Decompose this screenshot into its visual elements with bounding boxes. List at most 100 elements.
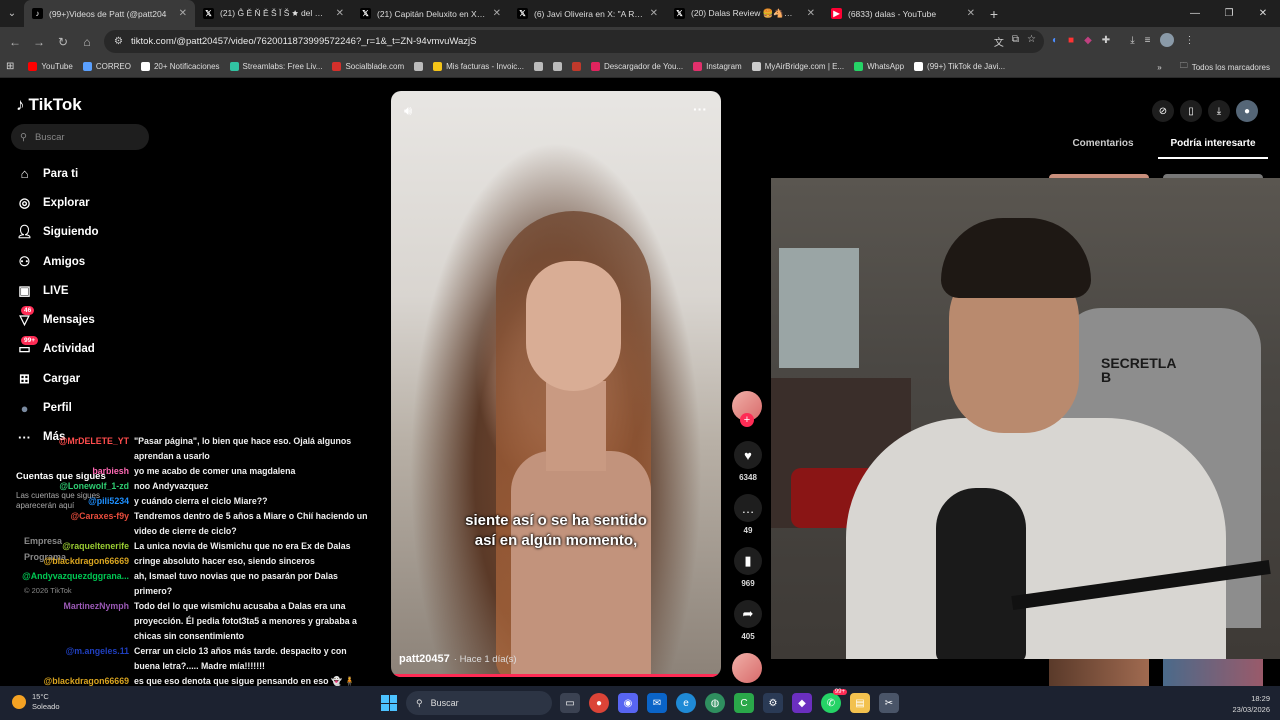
comment-button[interactable]: … 49	[732, 494, 764, 535]
video-progress-bar[interactable]	[391, 674, 721, 677]
bookmark-item[interactable]	[533, 62, 543, 71]
author-avatar[interactable]: +	[732, 391, 762, 427]
windows-start-icon[interactable]	[381, 695, 397, 711]
home-icon[interactable]: ⌂	[75, 27, 99, 56]
extension-icon[interactable]: ◐	[1052, 35, 1058, 46]
edge-icon[interactable]: e	[676, 693, 696, 713]
extension-icon[interactable]: ◆	[1084, 35, 1092, 46]
browser-tab[interactable]: ♪ (99+)Videos de Patt (@patt204 ✕	[24, 0, 195, 27]
user-avatar[interactable]: ●	[1236, 100, 1258, 122]
more-bookmarks-icon[interactable]: »	[1157, 63, 1161, 72]
follow-plus-icon[interactable]: +	[740, 413, 754, 427]
nav-item-actividad[interactable]: ▭ 99+ Actividad	[16, 335, 99, 364]
bookmark-item[interactable]: WhatsApp	[854, 62, 904, 71]
file-explorer-icon[interactable]: ▤	[850, 693, 870, 713]
bookmark-item[interactable]: 20+ Notificaciones	[140, 62, 220, 71]
all-bookmarks[interactable]: 🗀 Todos los marcadores	[1180, 60, 1270, 74]
more-options-icon[interactable]: ···	[693, 101, 707, 117]
chrome-icon[interactable]: ●	[589, 693, 609, 713]
close-window-icon[interactable]: ✕	[1246, 0, 1280, 27]
bookmark-item[interactable]: Streamlabs: Free Liv...	[229, 62, 322, 71]
bookmark-item[interactable]: CORREO	[82, 62, 131, 71]
close-tab-icon[interactable]: ✕	[650, 8, 658, 19]
outlook-icon[interactable]: ✉	[647, 693, 667, 713]
media-control-icon[interactable]: ≡	[1145, 35, 1151, 46]
browser-tab[interactable]: 𝕏 (6) Javi Oliveira en X: "A RickyE ✕	[509, 0, 666, 27]
video-player[interactable]: 🔊︎ ··· siente así o se ha sentido así en…	[391, 91, 721, 677]
profile-avatar[interactable]	[1160, 33, 1175, 47]
browser-tab[interactable]: 𝕏 (21) Ĝ Ě Ň Ě Š Ĭ Š 🟊 del ✕ Č Ŭ ✕	[195, 0, 352, 27]
restore-icon[interactable]: ❐	[1212, 0, 1246, 27]
close-tab-icon[interactable]: ✕	[967, 8, 975, 19]
close-tab-icon[interactable]: ✕	[179, 8, 187, 19]
extensions-puzzle-icon[interactable]: ✚	[1102, 35, 1110, 46]
download-icon[interactable]: ⤓	[1130, 35, 1134, 46]
bookmark-item[interactable]: (99+) TikTok de Javi...	[914, 62, 1005, 71]
download-app-icon[interactable]: ⤓	[1208, 100, 1230, 122]
nav-item-live[interactable]: ▣ LIVE	[16, 276, 99, 305]
nav-item-mensajes[interactable]: ▽ 46 Mensajes	[16, 305, 99, 334]
open-in-app-icon[interactable]: ⧉	[1012, 34, 1019, 49]
recommended-thumbnail[interactable]	[1049, 659, 1149, 686]
nav-item-amigos[interactable]: ⚇ Amigos	[16, 247, 99, 276]
bookmark-item[interactable]: Descargador de You...	[590, 62, 683, 71]
extension-icon[interactable]: ■	[1068, 35, 1074, 46]
apps-grid-icon[interactable]: ⊞	[6, 61, 14, 72]
bookmark-item[interactable]: Socialblade.com	[332, 62, 404, 71]
address-bar[interactable]: ⚙ tiktok.com/@patt20457/video/7620011873…	[104, 30, 1044, 53]
browser-tab[interactable]: 𝕏 (21) Capitán Deluxito en X: "Du ✕	[352, 0, 509, 27]
new-tab-button[interactable]: +	[983, 0, 1005, 27]
nav-item-perfil[interactable]: ● Perfil	[16, 393, 99, 422]
tab-recommended[interactable]: Podría interesarte	[1158, 131, 1268, 159]
bookmark-star-icon[interactable]: ☆	[1027, 34, 1036, 49]
autoscroll-icon[interactable]: ⊘	[1152, 100, 1174, 122]
bookmark-item[interactable]	[571, 62, 581, 71]
author-username[interactable]: patt20457	[399, 653, 450, 665]
save-button[interactable]: ▮ 969	[732, 547, 764, 588]
translate-icon[interactable]: 文	[994, 34, 1004, 49]
close-tab-icon[interactable]: ✕	[807, 8, 815, 19]
globe-icon[interactable]: ◍	[705, 693, 725, 713]
browser-tab[interactable]: 𝕏 (20) Dalas Review 🍔🐴🎖 en ✕	[666, 0, 823, 27]
system-clock[interactable]: 18:29 23/03/2026	[1232, 693, 1270, 715]
nav-item-explorar[interactable]: ◎ Explorar	[16, 188, 99, 217]
bookmark-item[interactable]: Mis facturas - Invoic...	[433, 62, 524, 71]
nav-item-cargar[interactable]: ⊞ Cargar	[16, 364, 99, 393]
bookmark-item[interactable]	[414, 62, 424, 71]
phone-icon[interactable]: ▯	[1180, 100, 1202, 122]
camtasia-icon[interactable]: C	[734, 693, 754, 713]
tab-search-icon[interactable]: ⌄	[0, 0, 24, 27]
weather-widget[interactable]: 15°C Soleado	[12, 692, 60, 712]
close-tab-icon[interactable]: ✕	[336, 8, 344, 19]
browser-menu-icon[interactable]: ⋮	[1184, 35, 1194, 46]
close-tab-icon[interactable]: ✕	[493, 8, 501, 19]
media-app-icon[interactable]: ◆	[792, 693, 812, 713]
taskbar-search[interactable]: ⚲ Buscar	[406, 691, 552, 715]
bookmark-item[interactable]	[552, 62, 562, 71]
forward-icon[interactable]: →	[27, 27, 51, 56]
nav-item-siguiendo[interactable]: 👤︎ Siguiendo	[16, 218, 98, 247]
reload-icon[interactable]: ↻	[51, 27, 75, 56]
like-button[interactable]: ♥ 6348	[732, 441, 764, 482]
minimize-icon[interactable]: —	[1178, 0, 1212, 27]
whatsapp-icon[interactable]: ✆ 99+	[821, 689, 847, 713]
discord-icon[interactable]: ◉	[618, 693, 638, 713]
site-info-icon[interactable]: ⚙	[114, 36, 123, 47]
video-author[interactable]: patt20457 · Hace 1 día(s)	[399, 653, 517, 665]
volume-icon[interactable]: 🔊︎	[404, 103, 412, 119]
sound-avatar[interactable]	[732, 653, 762, 683]
bookmark-item[interactable]: MyAirBridge.com | E...	[751, 62, 844, 71]
recommended-thumbnail[interactable]	[1163, 659, 1263, 686]
tab-comments[interactable]: Comentarios	[1048, 131, 1158, 159]
tiktok-logo[interactable]: ♪ TikTok	[16, 95, 82, 115]
snipping-tool-icon[interactable]: ✂	[879, 693, 899, 713]
task-view-icon[interactable]: ▭	[560, 693, 580, 713]
back-icon[interactable]: ←	[3, 27, 27, 56]
search-input[interactable]: ⚲ Buscar	[11, 124, 149, 150]
bookmark-item[interactable]: Instagram	[693, 62, 742, 71]
browser-tab[interactable]: ▶ (6833) dalas - YouTube ✕	[823, 0, 983, 27]
steam-icon[interactable]: ⚙	[763, 693, 783, 713]
share-button[interactable]: ➦ 405	[732, 600, 764, 641]
nav-item-para-ti[interactable]: ⌂ Para ti	[16, 159, 99, 188]
bookmark-item[interactable]: YouTube	[28, 62, 73, 71]
